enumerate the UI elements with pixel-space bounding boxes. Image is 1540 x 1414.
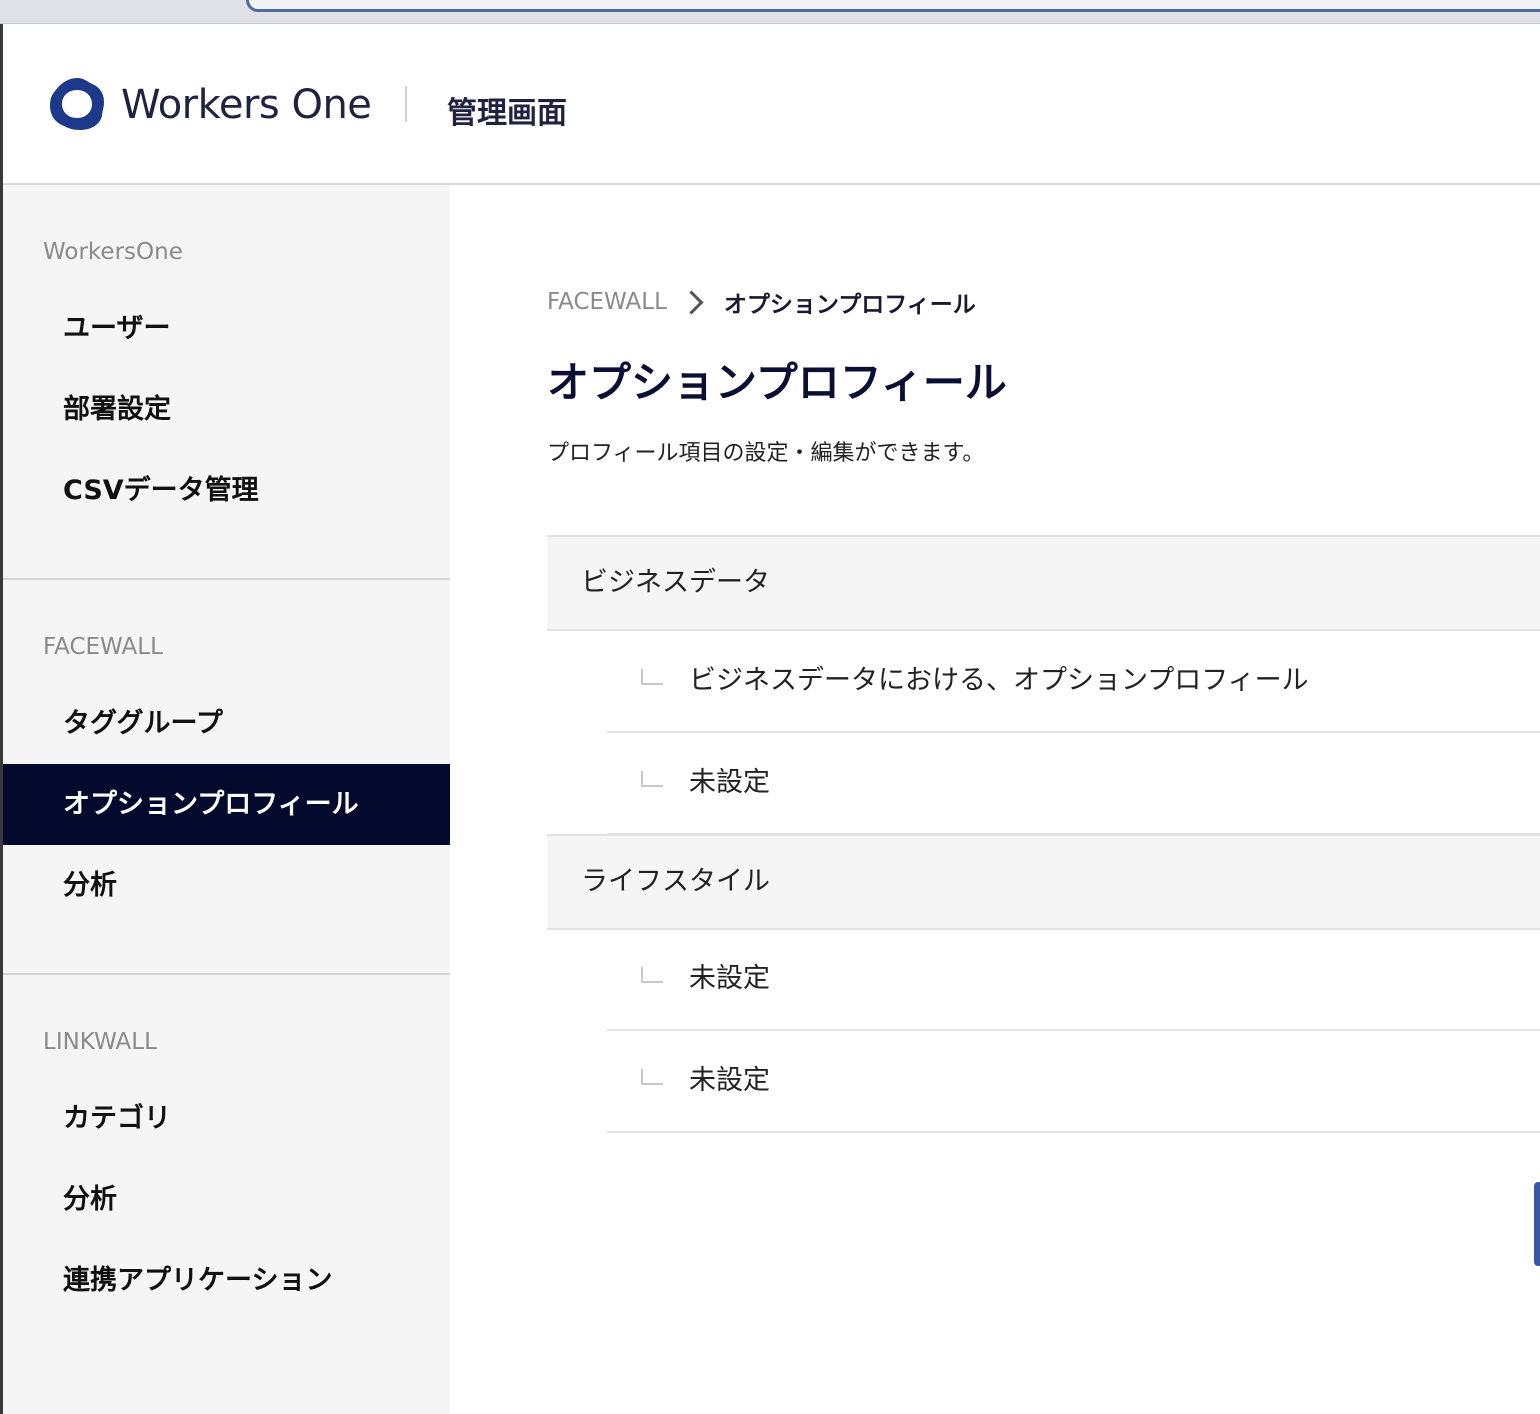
browser-tab[interactable]: [246, 0, 1540, 12]
breadcrumb-current: オプションプロフィール: [723, 292, 976, 318]
scroll-handle[interactable]: [1534, 1182, 1540, 1266]
chevron-right-icon: [679, 289, 704, 315]
group-header-business-data[interactable]: ビジネスデータ: [547, 535, 1540, 631]
tree-branch-icon: [641, 771, 663, 787]
brand-name: Workers One: [121, 82, 372, 128]
breadcrumb-parent-link[interactable]: FACEWALL: [547, 289, 667, 315]
main-content: FACEWALL オプションプロフィール オプションプロフィール プロフィール項…: [450, 185, 1540, 1414]
sidebar-item-facewall-analytics[interactable]: 分析: [3, 845, 450, 926]
list-item-label: 未設定: [689, 963, 770, 994]
sidebar: WorkersOne ユーザー 部署設定 CSVデータ管理 FACEWALL タ…: [3, 185, 450, 1414]
sidebar-item-users[interactable]: ユーザー: [3, 288, 450, 369]
app-header: Workers One 管理画面: [3, 24, 1540, 185]
browser-tab-strip: [0, 0, 1540, 24]
list-item[interactable]: 未設定: [607, 1031, 1540, 1133]
sidebar-divider: [3, 973, 450, 975]
sidebar-divider: [3, 578, 450, 580]
list-item[interactable]: ビジネスデータにおける、オプションプロフィール: [607, 631, 1540, 733]
sidebar-heading-linkwall: LINKWALL: [43, 1029, 157, 1055]
breadcrumb: FACEWALL オプションプロフィール: [547, 285, 976, 319]
list-item-label: 未設定: [689, 1065, 770, 1096]
app-window: Workers One 管理画面 WorkersOne ユーザー 部署設定 CS…: [0, 24, 1540, 1414]
sidebar-item-tag-groups[interactable]: タググループ: [3, 683, 450, 764]
tree-branch-icon: [641, 669, 663, 685]
sidebar-item-option-profile[interactable]: オプションプロフィール: [3, 764, 450, 845]
sidebar-heading-workersone: WorkersOne: [43, 239, 183, 265]
tree-branch-icon: [641, 967, 663, 983]
list-item-label: 未設定: [689, 767, 770, 798]
header-subtitle: 管理画面: [447, 96, 567, 131]
sidebar-item-linkwall-analytics[interactable]: 分析: [3, 1159, 450, 1240]
header-divider: [405, 86, 407, 122]
page-title: オプションプロフィール: [547, 358, 1007, 407]
sidebar-item-linked-apps[interactable]: 連携アプリケーション: [3, 1240, 450, 1321]
page-description: プロフィール項目の設定・編集ができます。: [547, 441, 985, 466]
tree-branch-icon: [641, 1069, 663, 1085]
list-item-label: ビジネスデータにおける、オプションプロフィール: [689, 665, 1309, 696]
group-header-lifestyle[interactable]: ライフスタイル: [547, 834, 1540, 930]
sidebar-item-csv-data[interactable]: CSVデータ管理: [3, 450, 450, 531]
workers-one-logo-icon: [50, 78, 104, 130]
sidebar-heading-facewall: FACEWALL: [43, 634, 163, 660]
sidebar-item-categories[interactable]: カテゴリ: [3, 1078, 450, 1159]
list-item[interactable]: 未設定: [607, 929, 1540, 1031]
sidebar-item-departments[interactable]: 部署設定: [3, 369, 450, 450]
list-item[interactable]: 未設定: [607, 733, 1540, 835]
